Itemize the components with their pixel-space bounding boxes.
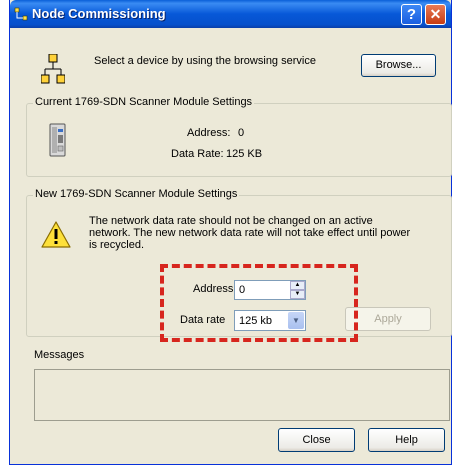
- scanner-module-icon: [49, 123, 66, 157]
- title-close-button[interactable]: ✕: [425, 4, 446, 25]
- new-settings-title: New 1769-SDN Scanner Module Settings: [33, 188, 240, 200]
- warning-icon: [41, 221, 71, 248]
- node-commissioning-window: Node Commissioning ? ✕ Select a device b…: [9, 0, 452, 465]
- warning-line-2: network. The new network data rate will …: [89, 227, 411, 239]
- close-button[interactable]: Close: [278, 428, 355, 452]
- messages-label: Messages: [34, 349, 85, 361]
- warning-line-3: is recycled.: [89, 239, 145, 251]
- current-address-value: 0: [238, 127, 245, 139]
- title-help-button[interactable]: ?: [401, 4, 422, 25]
- title-bar[interactable]: Node Commissioning ? ✕: [10, 0, 451, 28]
- network-icon: [14, 7, 28, 21]
- browse-instruction: Select a device by using the browsing se…: [94, 55, 316, 67]
- current-settings-group: Current 1769-SDN Scanner Module Settings: [26, 96, 452, 177]
- highlight-box: [160, 264, 358, 342]
- current-data-rate-value: 125 KB: [226, 148, 263, 160]
- help-button[interactable]: Help: [368, 428, 445, 452]
- current-data-rate-label: Data Rate:: [171, 148, 224, 160]
- network-tree-icon: [41, 54, 65, 84]
- current-address-label: Address:: [187, 127, 231, 139]
- current-settings-title: Current 1769-SDN Scanner Module Settings: [33, 96, 255, 108]
- window-title: Node Commissioning: [32, 6, 166, 21]
- browse-button[interactable]: Browse...: [361, 54, 436, 77]
- warning-line-1: The network data rate should not be chan…: [89, 215, 373, 227]
- messages-box[interactable]: [34, 369, 450, 421]
